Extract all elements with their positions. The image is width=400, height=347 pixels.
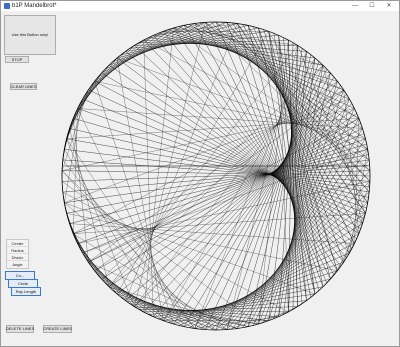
chord-line — [88, 261, 154, 317]
chord-line — [66, 138, 135, 307]
division-field[interactable]: Divisio — [7, 254, 28, 261]
chord-line — [71, 228, 95, 271]
close-icon[interactable]: ✕ — [382, 2, 396, 10]
radius-field[interactable]: Radius — [7, 247, 28, 254]
chord-line — [66, 138, 195, 329]
chord-line — [158, 33, 331, 74]
chord-line — [77, 108, 367, 209]
chord-line — [330, 243, 355, 280]
chord-line — [189, 233, 359, 328]
app-icon — [4, 3, 10, 9]
parameter-panel: Center Radius Divisio Angle — [6, 239, 29, 269]
chord-line — [94, 81, 174, 325]
chord-line — [268, 81, 338, 321]
chord-line — [82, 149, 368, 254]
chord-line — [258, 98, 350, 325]
chord-line — [163, 31, 344, 263]
chord-line — [85, 35, 154, 95]
chord-line — [288, 51, 307, 312]
chord-line — [88, 31, 164, 91]
chord-line — [125, 51, 355, 244]
chord-line — [221, 21, 370, 193]
chord-line — [125, 23, 238, 301]
window-title: b1P Mandelbrot* — [12, 3, 57, 9]
chord-line — [226, 159, 370, 330]
chord-line — [253, 108, 355, 326]
chord-line — [194, 23, 366, 139]
chord-line — [205, 202, 368, 330]
chord-line — [189, 24, 363, 129]
chord-line — [125, 300, 259, 325]
chord-line — [173, 27, 350, 100]
chord-line — [134, 45, 353, 249]
chord-line — [173, 261, 344, 325]
chord-line — [258, 27, 338, 271]
chord-line — [349, 149, 368, 254]
chord-line — [69, 81, 95, 129]
chord-line — [66, 81, 95, 139]
chord-line — [108, 286, 217, 331]
chord-line — [62, 170, 370, 182]
title-bar: b1P Mandelbrot* — ☐ ✕ — [1, 1, 399, 11]
minimize-icon[interactable]: — — [348, 2, 362, 10]
chord-line — [62, 191, 289, 313]
chord-line — [101, 278, 195, 329]
chord-line — [116, 57, 368, 150]
center-field[interactable]: Center — [7, 240, 28, 247]
chord-line — [69, 149, 368, 224]
client-area: Use this Button only! STOP CLEAR LINES C… — [1, 11, 399, 346]
delete-lines-button[interactable]: DELETE LINES — [6, 325, 34, 333]
line-art-group — [61, 21, 371, 331]
drawing-canvas[interactable] — [31, 11, 399, 346]
chord-line — [183, 243, 355, 327]
chord-line — [116, 31, 269, 295]
chord-line — [112, 290, 227, 330]
stop-button[interactable]: STOP — [5, 56, 29, 63]
chord-line — [82, 133, 365, 254]
chord-line — [278, 65, 324, 317]
chord-line — [153, 89, 344, 317]
maximize-icon[interactable]: ☐ — [365, 2, 379, 10]
chord-line — [129, 303, 269, 321]
chord-line — [77, 72, 102, 109]
chord-line — [94, 81, 366, 139]
angle-field[interactable]: Angle — [7, 261, 28, 268]
chord-line — [134, 22, 206, 307]
chord-line — [64, 98, 83, 203]
chord-line — [94, 25, 185, 82]
app-window: b1P Mandelbrot* — ☐ ✕ Use this Button on… — [0, 0, 400, 347]
chord-line — [77, 138, 366, 244]
chord-line — [108, 65, 359, 234]
chord-line — [101, 22, 206, 74]
